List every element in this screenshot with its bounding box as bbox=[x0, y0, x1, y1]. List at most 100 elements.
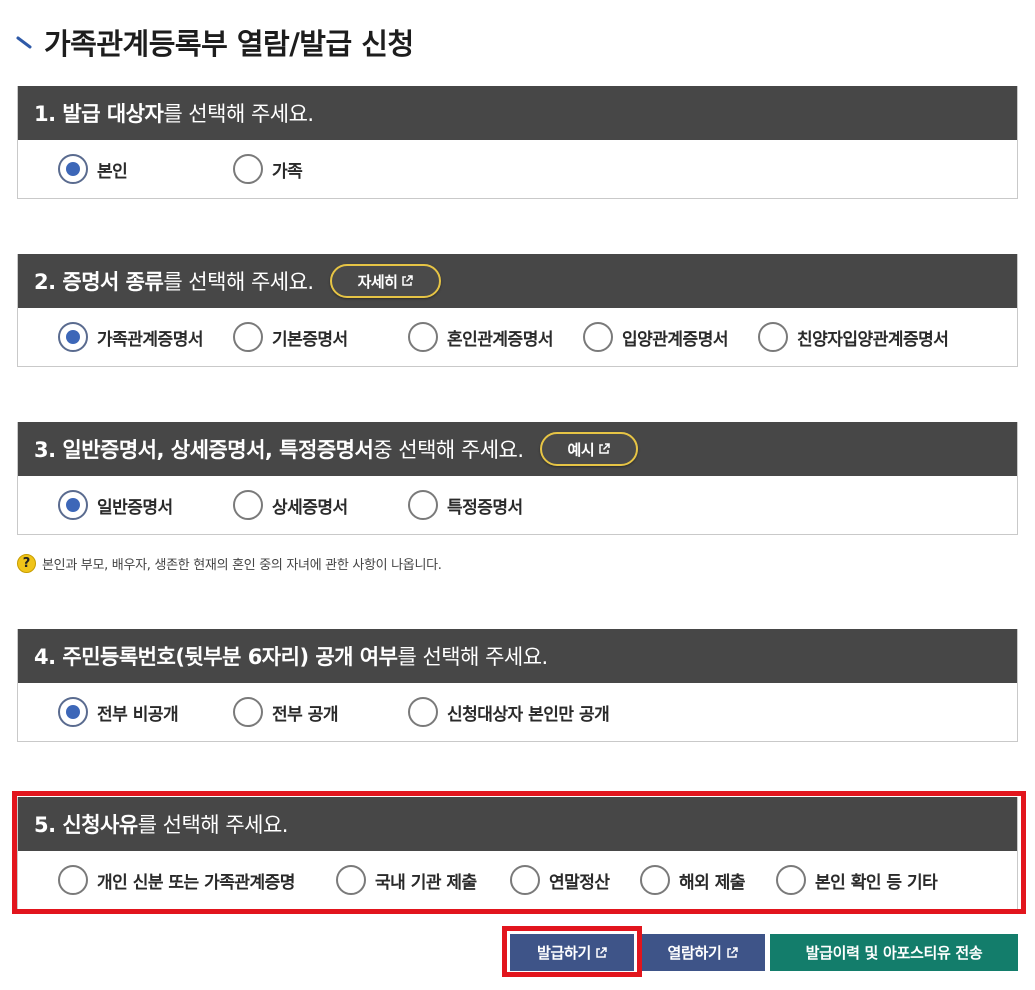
page-title: 가족관계등록부 열람/발급 신청 bbox=[44, 27, 414, 61]
radio-family-relation-cert[interactable]: 가족관계증명서 bbox=[58, 320, 233, 354]
page-header: 가족관계등록부 열람/발급 신청 bbox=[16, 22, 414, 62]
radio-circle[interactable] bbox=[233, 154, 263, 184]
radio-circle[interactable] bbox=[408, 490, 438, 520]
radio-group-certificate: 가족관계증명서 기본증명서 혼인관계증명서 입양관계증명서 친양자입양관계증명서 bbox=[18, 308, 1017, 366]
radio-detailed-cert[interactable]: 상세증명서 bbox=[233, 488, 408, 522]
example-button[interactable]: 예시 bbox=[539, 432, 639, 466]
radio-all-public[interactable]: 전부 공개 bbox=[233, 695, 408, 729]
radio-group-target: 본인 가족 bbox=[18, 140, 1017, 198]
radio-label: 일반증명서 bbox=[97, 497, 173, 518]
section-title-suffix: 를 선택해 주세요. bbox=[137, 813, 289, 837]
radio-group-disclosure: 전부 비공개 전부 공개 신청대상자 본인만 공개 bbox=[18, 683, 1017, 741]
radio-label: 신청대상자 본인만 공개 bbox=[447, 704, 610, 725]
section-target: 1. 발급 대상자 를 선택해 주세요. 본인 가족 bbox=[17, 86, 1018, 199]
radio-label: 특정증명서 bbox=[447, 497, 523, 518]
section-title: 1. 발급 대상자 bbox=[34, 102, 164, 126]
radio-label: 본인 bbox=[97, 161, 128, 182]
issue-history-apostille-button[interactable]: 발급이력 및 아포스티유 전송 bbox=[770, 934, 1018, 971]
radio-label: 해외 제출 bbox=[679, 872, 745, 893]
section-header: 4. 주민등록번호(뒷부분 6자리) 공개 여부 를 선택해 주세요. bbox=[18, 629, 1017, 683]
section-header: 5. 신청사유 를 선택해 주세요. bbox=[18, 797, 1017, 851]
title-bullet-icon bbox=[16, 33, 34, 51]
section-title: 4. 주민등록번호(뒷부분 6자리) 공개 여부 bbox=[34, 645, 398, 669]
help-text: 본인과 부모, 배우자, 생존한 현재의 혼인 중의 자녀에 관한 사항이 나옵… bbox=[42, 557, 442, 573]
radio-group-reason: 개인 신분 또는 가족관계증명 국내 기관 제출 연말정산 해외 제출 본인 확… bbox=[18, 851, 1017, 909]
radio-circle[interactable] bbox=[58, 322, 88, 352]
section-header: 2. 증명서 종류 를 선택해 주세요. 자세히 bbox=[18, 254, 1017, 308]
radio-circle[interactable] bbox=[58, 154, 88, 184]
radio-circle[interactable] bbox=[58, 697, 88, 727]
section-header: 3. 일반증명서, 상세증명서, 특정증명서 중 선택해 주세요. 예시 bbox=[18, 422, 1017, 476]
radio-other-identity-check[interactable]: 본인 확인 등 기타 bbox=[776, 863, 938, 897]
section-cert-detail-level: 3. 일반증명서, 상세증명서, 특정증명서 중 선택해 주세요. 예시 일반증… bbox=[17, 422, 1018, 535]
history-button-label: 발급이력 및 아포스티유 전송 bbox=[805, 944, 983, 962]
section-id-disclosure: 4. 주민등록번호(뒷부분 6자리) 공개 여부 를 선택해 주세요. 전부 비공… bbox=[17, 629, 1018, 742]
help-note: ? 본인과 부모, 배우자, 생존한 현재의 혼인 중의 자녀에 관한 사항이 … bbox=[17, 552, 442, 574]
section-header: 1. 발급 대상자 를 선택해 주세요. bbox=[18, 86, 1017, 140]
radio-circle[interactable] bbox=[58, 490, 88, 520]
radio-circle[interactable] bbox=[408, 322, 438, 352]
radio-selected-dot bbox=[66, 330, 80, 344]
radio-circle[interactable] bbox=[233, 322, 263, 352]
radio-label: 본인 확인 등 기타 bbox=[815, 872, 938, 893]
issue-button[interactable]: 발급하기 bbox=[510, 934, 634, 971]
radio-label: 기본증명서 bbox=[272, 329, 348, 350]
section-title-suffix: 를 선택해 주세요. bbox=[397, 645, 548, 669]
radio-label: 혼인관계증명서 bbox=[447, 329, 553, 350]
radio-selected-dot bbox=[66, 162, 80, 176]
radio-circle[interactable] bbox=[233, 490, 263, 520]
radio-label: 국내 기관 제출 bbox=[375, 872, 477, 893]
radio-circle[interactable] bbox=[408, 697, 438, 727]
radio-identity-proof[interactable]: 개인 신분 또는 가족관계증명 bbox=[58, 863, 336, 897]
radio-adoption-cert[interactable]: 입양관계증명서 bbox=[583, 320, 758, 354]
radio-label: 가족 bbox=[272, 161, 303, 182]
section-title: 3. 일반증명서, 상세증명서, 특정증명서 bbox=[34, 438, 374, 462]
radio-label: 연말정산 bbox=[549, 872, 610, 893]
section-title-suffix: 를 선택해 주세요. bbox=[163, 270, 314, 294]
radio-general-cert[interactable]: 일반증명서 bbox=[58, 488, 233, 522]
radio-selected-dot bbox=[66, 498, 80, 512]
radio-all-private[interactable]: 전부 비공개 bbox=[58, 695, 233, 729]
radio-circle[interactable] bbox=[776, 865, 806, 895]
radio-label: 상세증명서 bbox=[272, 497, 348, 518]
question-icon: ? bbox=[17, 553, 36, 573]
radio-circle[interactable] bbox=[336, 865, 366, 895]
radio-label: 입양관계증명서 bbox=[622, 329, 728, 350]
section-certificate-type: 2. 증명서 종류 를 선택해 주세요. 자세히 가족관계증명서 기본증명서 혼인… bbox=[17, 254, 1018, 367]
radio-self-only-public[interactable]: 신청대상자 본인만 공개 bbox=[408, 695, 610, 729]
view-button-label: 열람하기 bbox=[667, 944, 722, 962]
external-link-icon bbox=[596, 946, 607, 958]
radio-label: 친양자입양관계증명서 bbox=[797, 329, 949, 350]
detail-button[interactable]: 자세히 bbox=[329, 264, 442, 298]
radio-overseas-submission[interactable]: 해외 제출 bbox=[640, 863, 776, 897]
radio-family[interactable]: 가족 bbox=[233, 152, 303, 186]
external-link-icon bbox=[402, 275, 414, 286]
section-title: 2. 증명서 종류 bbox=[34, 270, 164, 294]
radio-self[interactable]: 본인 bbox=[58, 152, 233, 186]
radio-circle[interactable] bbox=[640, 865, 670, 895]
radio-circle[interactable] bbox=[583, 322, 613, 352]
example-button-label: 예시 bbox=[567, 440, 595, 459]
section-title-suffix: 중 선택해 주세요. bbox=[373, 438, 524, 462]
radio-label: 전부 비공개 bbox=[97, 704, 179, 725]
issue-button-label: 발급하기 bbox=[536, 944, 591, 962]
radio-circle[interactable] bbox=[58, 865, 88, 895]
radio-circle[interactable] bbox=[758, 322, 788, 352]
radio-label: 가족관계증명서 bbox=[97, 329, 203, 350]
radio-marriage-cert[interactable]: 혼인관계증명서 bbox=[408, 320, 583, 354]
section-title: 5. 신청사유 bbox=[34, 813, 138, 837]
radio-selected-dot bbox=[66, 705, 80, 719]
detail-button-label: 자세히 bbox=[357, 272, 398, 291]
radio-full-adoption-cert[interactable]: 친양자입양관계증명서 bbox=[758, 320, 949, 354]
radio-domestic-submission[interactable]: 국내 기관 제출 bbox=[336, 863, 510, 897]
view-button[interactable]: 열람하기 bbox=[640, 934, 765, 971]
radio-label: 개인 신분 또는 가족관계증명 bbox=[97, 872, 295, 893]
radio-circle[interactable] bbox=[510, 865, 540, 895]
radio-specific-cert[interactable]: 특정증명서 bbox=[408, 488, 523, 522]
section-title-suffix: 를 선택해 주세요. bbox=[163, 102, 314, 126]
radio-circle[interactable] bbox=[233, 697, 263, 727]
external-link-icon bbox=[599, 443, 610, 454]
radio-basic-cert[interactable]: 기본증명서 bbox=[233, 320, 408, 354]
section-application-reason: 5. 신청사유 를 선택해 주세요. 개인 신분 또는 가족관계증명 국내 기관 … bbox=[17, 797, 1018, 910]
radio-year-end-tax[interactable]: 연말정산 bbox=[510, 863, 640, 897]
